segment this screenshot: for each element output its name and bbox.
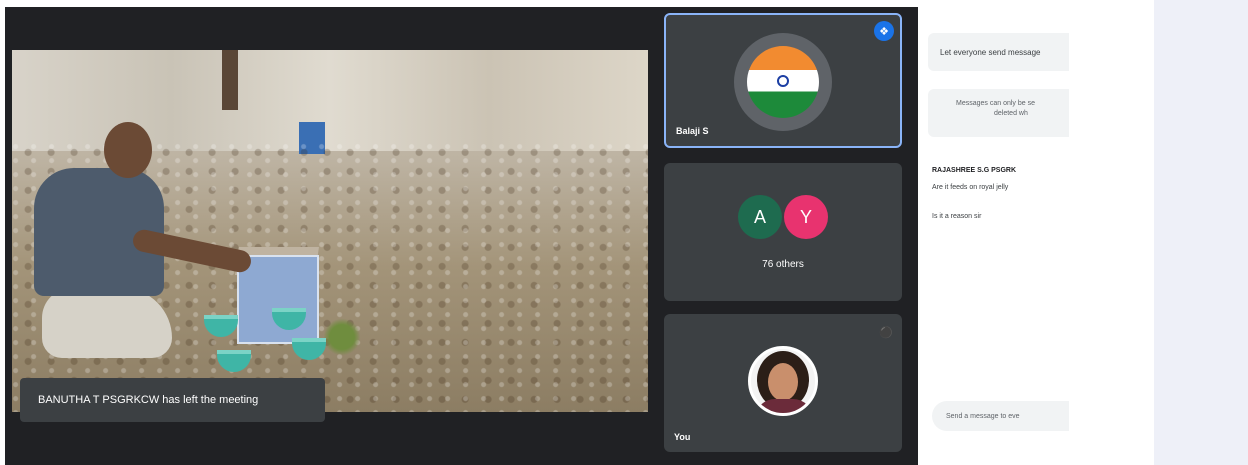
audio-wave-icon: ❖: [874, 21, 894, 41]
participant-avatar: [734, 33, 832, 131]
participant-name: Balaji S: [676, 126, 709, 136]
avatar-letter: A: [753, 206, 766, 227]
chat-input-placeholder: Send a message to eve: [946, 412, 1020, 420]
avatar: [748, 346, 818, 416]
message-sender: RAJASHREE S.G PSGRK: [932, 167, 1017, 174]
participant-left-notification: BANUTHA T PSGRKCW has left the meeting: [20, 378, 325, 422]
mic-off-icon[interactable]: ⚫: [878, 324, 894, 340]
notification-text: BANUTHA T PSGRKCW has left the meeting: [38, 394, 259, 406]
person-legs: [42, 288, 172, 358]
plant: [324, 312, 360, 362]
chakra-icon: [777, 75, 789, 87]
chat-toggle-label: Let everyone send message: [940, 47, 1041, 57]
person-head: [104, 122, 152, 178]
main-video-feed[interactable]: [12, 50, 648, 412]
message-text: Are it feeds on royal jelly: [932, 184, 1009, 191]
side-panel-background: [1154, 0, 1248, 465]
avatar: A: [738, 195, 782, 239]
chat-panel: Let everyone send message Messages can o…: [918, 7, 1069, 452]
chat-info-line: Messages can only be se: [956, 100, 1035, 107]
chat-message-input[interactable]: Send a message to eve: [932, 401, 1069, 431]
meeting-stage: BANUTHA T PSGRKCW has left the meeting ❖…: [0, 0, 1069, 465]
participant-tile-others[interactable]: A Y 76 others: [664, 163, 902, 301]
participant-name: You: [674, 432, 691, 442]
participant-tile-presenter[interactable]: ❖ Balaji S: [664, 13, 902, 148]
avatar-face: [768, 363, 798, 401]
avatar-shirt: [755, 399, 813, 413]
blank-area: [1069, 0, 1154, 465]
message-text: Is it a reason sir: [932, 213, 982, 220]
participant-tile-self[interactable]: ⚫ You: [664, 314, 902, 452]
beehive-box: [237, 255, 319, 344]
chat-info-banner: Messages can only be se deleted wh: [928, 89, 1069, 137]
chat-info-line: deleted wh: [994, 110, 1028, 117]
avatar-letter: Y: [799, 206, 812, 227]
tree-trunk: [222, 50, 238, 110]
avatar: Y: [784, 195, 828, 239]
indian-flag-image: [747, 46, 819, 118]
others-count-label: 76 others: [762, 259, 804, 270]
chat-permission-toggle[interactable]: Let everyone send message: [928, 33, 1069, 71]
